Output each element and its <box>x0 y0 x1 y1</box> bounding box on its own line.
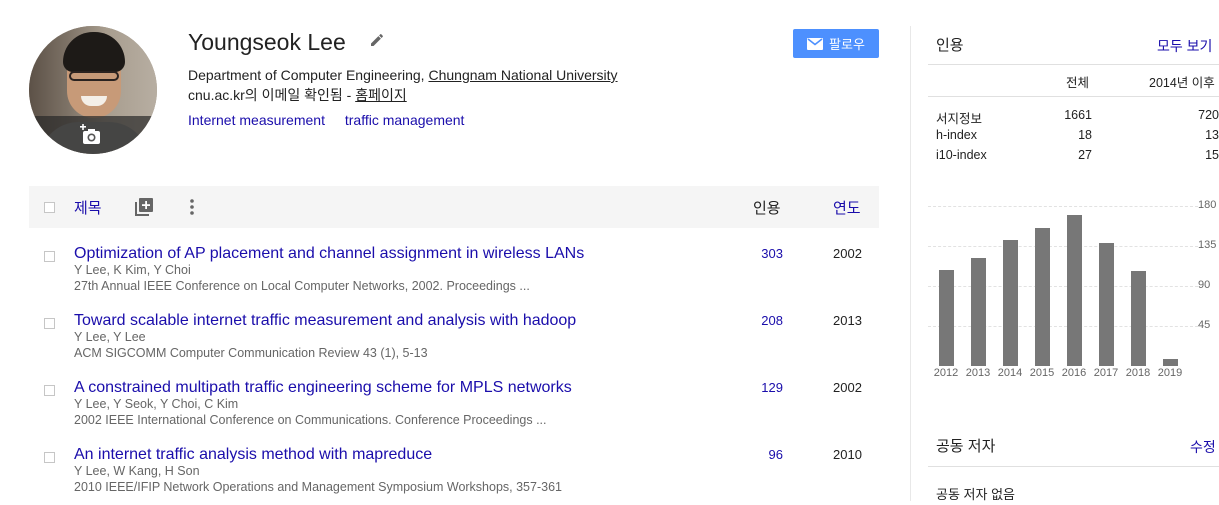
metric-label: i10-index <box>936 148 987 162</box>
add-photo-icon[interactable] <box>80 124 102 146</box>
research-interests: Internet measurement traffic management <box>188 111 480 129</box>
chart-y-tick-label: 135 <box>1198 239 1217 251</box>
edit-pencil-icon[interactable] <box>368 31 386 49</box>
affiliation-university-link[interactable]: Chungnam National University <box>428 67 617 83</box>
column-divider <box>910 26 911 501</box>
chart-bar-2015[interactable] <box>1034 228 1050 366</box>
article-title-link[interactable]: Optimization of AP placement and channel… <box>74 244 584 264</box>
add-article-icon[interactable] <box>134 197 154 217</box>
chart-y-tick-label: 45 <box>1198 319 1211 331</box>
article-authors: Y Lee, W Kang, H Son <box>74 464 200 478</box>
select-all-checkbox[interactable] <box>44 202 55 213</box>
divider <box>928 64 1219 65</box>
chart-x-tick-label: 2012 <box>933 367 959 379</box>
metrics-col-all: 전체 <box>1066 76 1090 90</box>
edit-coauthors-link[interactable]: 수정 <box>1190 437 1216 457</box>
article-row: An internet traffic analysis method with… <box>29 445 879 505</box>
follow-button-label: 팔로우 <box>829 37 865 52</box>
metric-all-value: 18 <box>1078 128 1092 142</box>
article-authors: Y Lee, Y Lee <box>74 330 146 344</box>
more-options-icon[interactable] <box>186 197 198 217</box>
coauthors-empty-text: 공동 저자 없음 <box>936 487 1015 502</box>
article-year: 2010 <box>833 447 862 462</box>
article-year: 2002 <box>833 380 862 395</box>
chart-bar-2016[interactable] <box>1066 214 1082 366</box>
article-title-link[interactable]: A constrained multipath traffic engineer… <box>74 378 572 398</box>
chart-bar-2018[interactable] <box>1130 270 1146 366</box>
interest-link-traffic-management[interactable]: traffic management <box>345 112 465 128</box>
chart-x-tick-label: 2018 <box>1125 367 1151 379</box>
chart-gridline <box>928 286 1198 287</box>
article-authors: Y Lee, K Kim, Y Choi <box>74 263 191 277</box>
chart-bar-2014[interactable] <box>1002 239 1018 366</box>
article-cited-by-link[interactable]: 303 <box>739 246 783 261</box>
chart-x-tick-label: 2016 <box>1061 367 1087 379</box>
metric-since-value: 13 <box>1205 128 1219 142</box>
metric-all-value: 27 <box>1078 148 1092 162</box>
article-cited-by-link[interactable]: 208 <box>739 313 783 328</box>
chart-gridline <box>928 326 1198 327</box>
article-checkbox[interactable] <box>44 452 55 463</box>
article-checkbox[interactable] <box>44 385 55 396</box>
sort-by-year-link[interactable]: 연도 <box>833 197 861 218</box>
interest-link-internet-measurement[interactable]: Internet measurement <box>188 112 325 128</box>
chart-bar-2012[interactable] <box>938 270 954 366</box>
article-title-link[interactable]: Toward scalable internet traffic measure… <box>74 311 576 331</box>
article-title-link[interactable]: An internet traffic analysis method with… <box>74 445 432 465</box>
metric-all-value: 1661 <box>1064 108 1092 122</box>
metric-label: 서지정보 <box>936 112 983 126</box>
chart-gridline <box>928 246 1198 247</box>
article-checkbox[interactable] <box>44 251 55 262</box>
chart-bar-2019[interactable] <box>1162 358 1178 366</box>
chart-y-tick-label: 180 <box>1198 199 1217 211</box>
citations-title: 인용 <box>936 37 964 54</box>
article-year: 2013 <box>833 313 862 328</box>
chart-x-tick-label: 2017 <box>1093 367 1119 379</box>
coauthors-title: 공동 저자 <box>936 438 996 455</box>
article-row: Toward scalable internet traffic measure… <box>29 311 879 371</box>
affiliation: Department of Computer Engineering, Chun… <box>188 66 618 84</box>
sort-by-cited-by-link[interactable]: 인용 <box>753 197 781 218</box>
divider <box>928 96 1219 97</box>
citations-per-year-chart: 180 135 90 45 2012 2013 2014 2015 2016 2017 2018 20… <box>928 196 1219 386</box>
chart-gridline <box>928 206 1198 207</box>
view-all-citations-link[interactable]: 모두 보기 <box>1157 36 1212 56</box>
article-venue: 2002 IEEE International Conference on Co… <box>74 413 547 427</box>
chart-y-tick-label: 90 <box>1198 279 1211 291</box>
metrics-col-since: 2014년 이후 <box>1149 76 1215 90</box>
divider <box>928 466 1219 467</box>
affiliation-department: Department of Computer Engineering, <box>188 67 429 83</box>
chart-bar-2017[interactable] <box>1098 243 1114 366</box>
chart-x-tick-label: 2013 <box>965 367 991 379</box>
homepage-link[interactable]: 홈페이지 <box>355 87 407 103</box>
article-checkbox[interactable] <box>44 318 55 329</box>
metric-since-value: 720 <box>1198 108 1219 122</box>
article-venue: ACM SIGCOMM Computer Communication Revie… <box>74 346 428 360</box>
follow-button[interactable]: 팔로우 <box>793 29 879 58</box>
chart-x-tick-label: 2014 <box>997 367 1023 379</box>
article-row: Optimization of AP placement and channel… <box>29 244 879 304</box>
sort-by-title-link[interactable]: 제목 <box>74 197 102 218</box>
article-venue: 27th Annual IEEE Conference on Local Com… <box>74 279 530 293</box>
article-venue: 2010 IEEE/IFIP Network Operations and Ma… <box>74 480 562 494</box>
verified-email-line: cnu.ac.kr의 이메일 확인됨 - 홈페이지 <box>188 86 407 104</box>
articles-table-header: 제목 인용 연도 <box>29 186 879 228</box>
article-cited-by-link[interactable]: 96 <box>739 447 783 462</box>
article-authors: Y Lee, Y Seok, Y Choi, C Kim <box>74 397 239 411</box>
article-row: A constrained multipath traffic engineer… <box>29 378 879 438</box>
metric-since-value: 15 <box>1205 148 1219 162</box>
chart-bar-2013[interactable] <box>970 257 986 366</box>
avatar-glasses <box>69 71 119 81</box>
article-year: 2002 <box>833 246 862 261</box>
profile-name: Youngseok Lee <box>188 29 346 55</box>
article-cited-by-link[interactable]: 129 <box>739 380 783 395</box>
verified-email-text: cnu.ac.kr의 이메일 확인됨 - <box>188 87 356 103</box>
mail-icon <box>807 37 824 50</box>
metric-label: h-index <box>936 128 977 142</box>
chart-x-tick-label: 2019 <box>1157 367 1183 379</box>
chart-x-tick-label: 2015 <box>1029 367 1055 379</box>
